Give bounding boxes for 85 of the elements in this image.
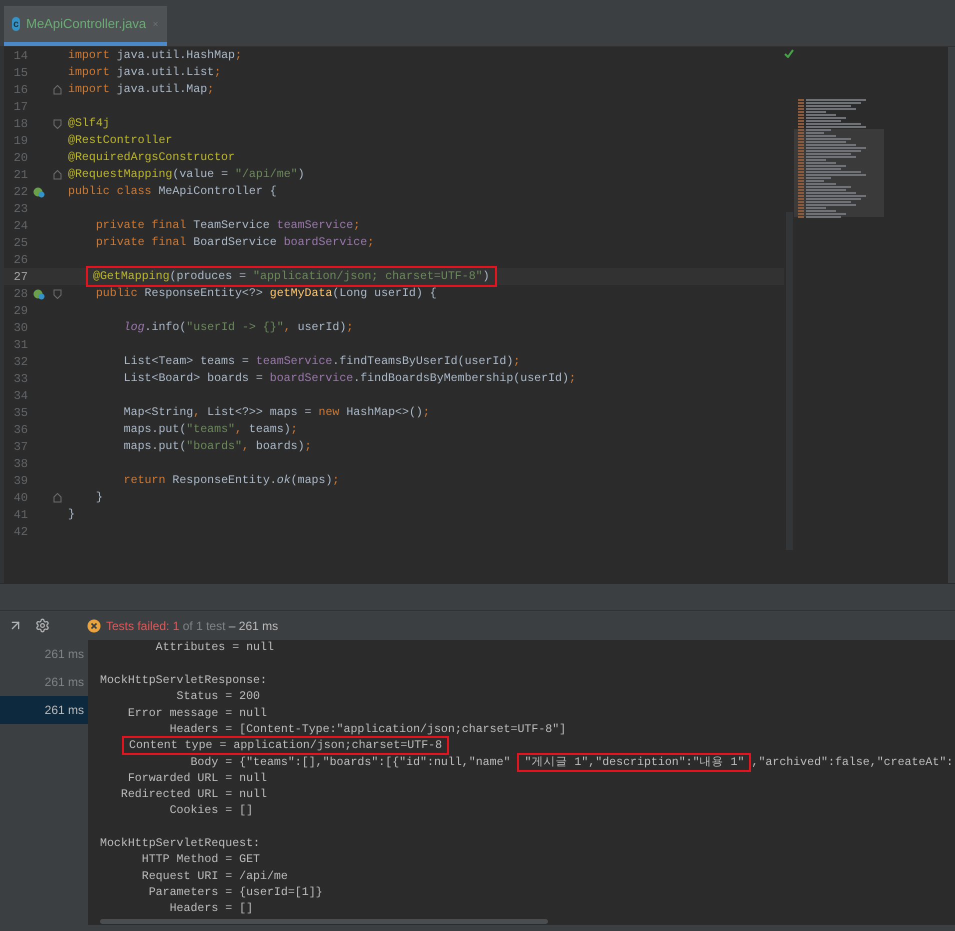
line-number: 38 [12,456,28,472]
console-text: MockHttpServletResponse: [100,673,267,690]
line-number: 40 [12,490,28,506]
code-line: @Slf4j [68,116,110,132]
line-number: 21 [12,166,28,184]
line-number: 37 [12,438,28,456]
line-number: 17 [12,98,28,116]
fold-icon[interactable] [52,118,62,128]
console-text: Parameters = {userId=[1]} [148,884,323,901]
console-text: Request URI = /api/me [140,868,288,885]
editor-tab[interactable]: c MeApiController.java [4,6,167,46]
fold-icon[interactable] [52,84,62,94]
line-number: 27 [12,268,28,286]
console-text: Attributes = null [154,640,274,656]
code-line: List<Board> boards = boardService.findBoardsByMembership(userId); [122,370,576,387]
code-line: private final BoardService boardService; [94,234,374,251]
line-number: 30 [12,320,28,336]
code-line: import java.util.List; [68,64,222,81]
code-line: maps.put("teams", teams); [122,422,298,438]
line-number: 31 [12,336,28,354]
line-number: 15 [12,64,28,82]
line-number: 41 [12,506,28,524]
highlight-box: "게시글 1","description":"내용 1" [517,752,752,772]
class-icon: c [12,17,20,31]
code-line: } [94,490,103,506]
console-text: MockHttpServletRequest: [100,836,260,852]
horizontal-scrollbar[interactable] [100,919,548,924]
line-number: 19 [12,132,28,150]
code-line: log.info("userId -> {}", userId); [122,320,354,336]
line-number: 36 [12,422,28,438]
error-icon [87,618,101,632]
code-line: public class MeApiController { [68,184,277,200]
code-line: private final TeamService teamService; [94,218,360,234]
tab-title: MeApiController.java [26,15,146,34]
line-number: 25 [12,234,28,252]
check-icon [784,49,794,58]
console-text: Redirected URL = null [120,787,267,804]
code-line: } [68,506,75,523]
code-line: return ResponseEntity.ok(maps); [122,472,340,489]
code-line: @RestController [68,132,172,149]
console-text: Cookies = [] [168,803,254,820]
line-number: 39 [12,472,28,490]
code-line: import java.util.HashMap; [68,48,242,64]
line-number: 33 [12,370,28,388]
code-line: List<Team> teams = teamService.findTeamsByUserId(userId); [122,354,520,370]
line-number: 32 [12,354,28,370]
code-line: maps.put("boards", boards); [122,438,312,455]
test-row[interactable]: 261 ms [0,696,88,724]
line-number: 18 [12,116,28,132]
highlight-box: @GetMapping(produces = "application/json; charset=UTF-8") [86,266,497,287]
bean-icon[interactable] [33,288,45,300]
line-number: 35 [12,404,28,422]
console-text: Forwarded URL = null [126,770,267,787]
console-text: Headers = [] [168,901,254,918]
line-number: 23 [12,200,28,218]
code-line: public ResponseEntity<?> getMyData(Long userId) { [94,286,437,302]
highlight-box: Content type = application/json;charset=UTF-8 [122,736,450,756]
line-number: 26 [12,252,28,268]
fold-icon[interactable] [52,170,62,180]
line-number: 24 [12,218,28,234]
line-number: 14 [12,48,28,64]
code-line: import java.util.Map; [68,82,214,98]
test-row[interactable]: 261 ms [0,668,88,696]
line-number: 16 [12,82,28,98]
console-text: Body = {"teams":[],"boards":[{"id":null,"name" [189,754,512,771]
line-number: 42 [12,524,28,540]
line-number: 20 [12,150,28,166]
code-line: @RequestMapping(value = "/api/me") [68,166,305,183]
settings-icon[interactable] [35,618,50,633]
code-line: @RequiredArgsConstructor [68,150,235,166]
console-text: HTTP Method = GET [140,852,260,868]
console-text: Headers = [Content-Type:"application/json;charset=UTF-8"] [168,722,566,738]
fold-icon[interactable] [52,492,62,502]
console-text: Status = 200 [176,689,260,706]
test-status: Tests failed: 1 of 1 test – 261 ms [106,618,278,634]
line-number: 34 [12,388,28,404]
line-number: 22 [12,184,28,200]
bean-icon[interactable] [33,186,45,198]
line-number: 28 [12,286,28,302]
code-line: Map<String, List<?>> maps = new HashMap<>(); [122,404,430,421]
console-text: Error message = null [126,706,267,722]
line-number: 29 [12,302,28,320]
test-row[interactable]: 261 ms [0,640,88,668]
fold-icon[interactable] [52,288,62,298]
console-text: ,"archived":false,"createAt": [751,754,954,771]
